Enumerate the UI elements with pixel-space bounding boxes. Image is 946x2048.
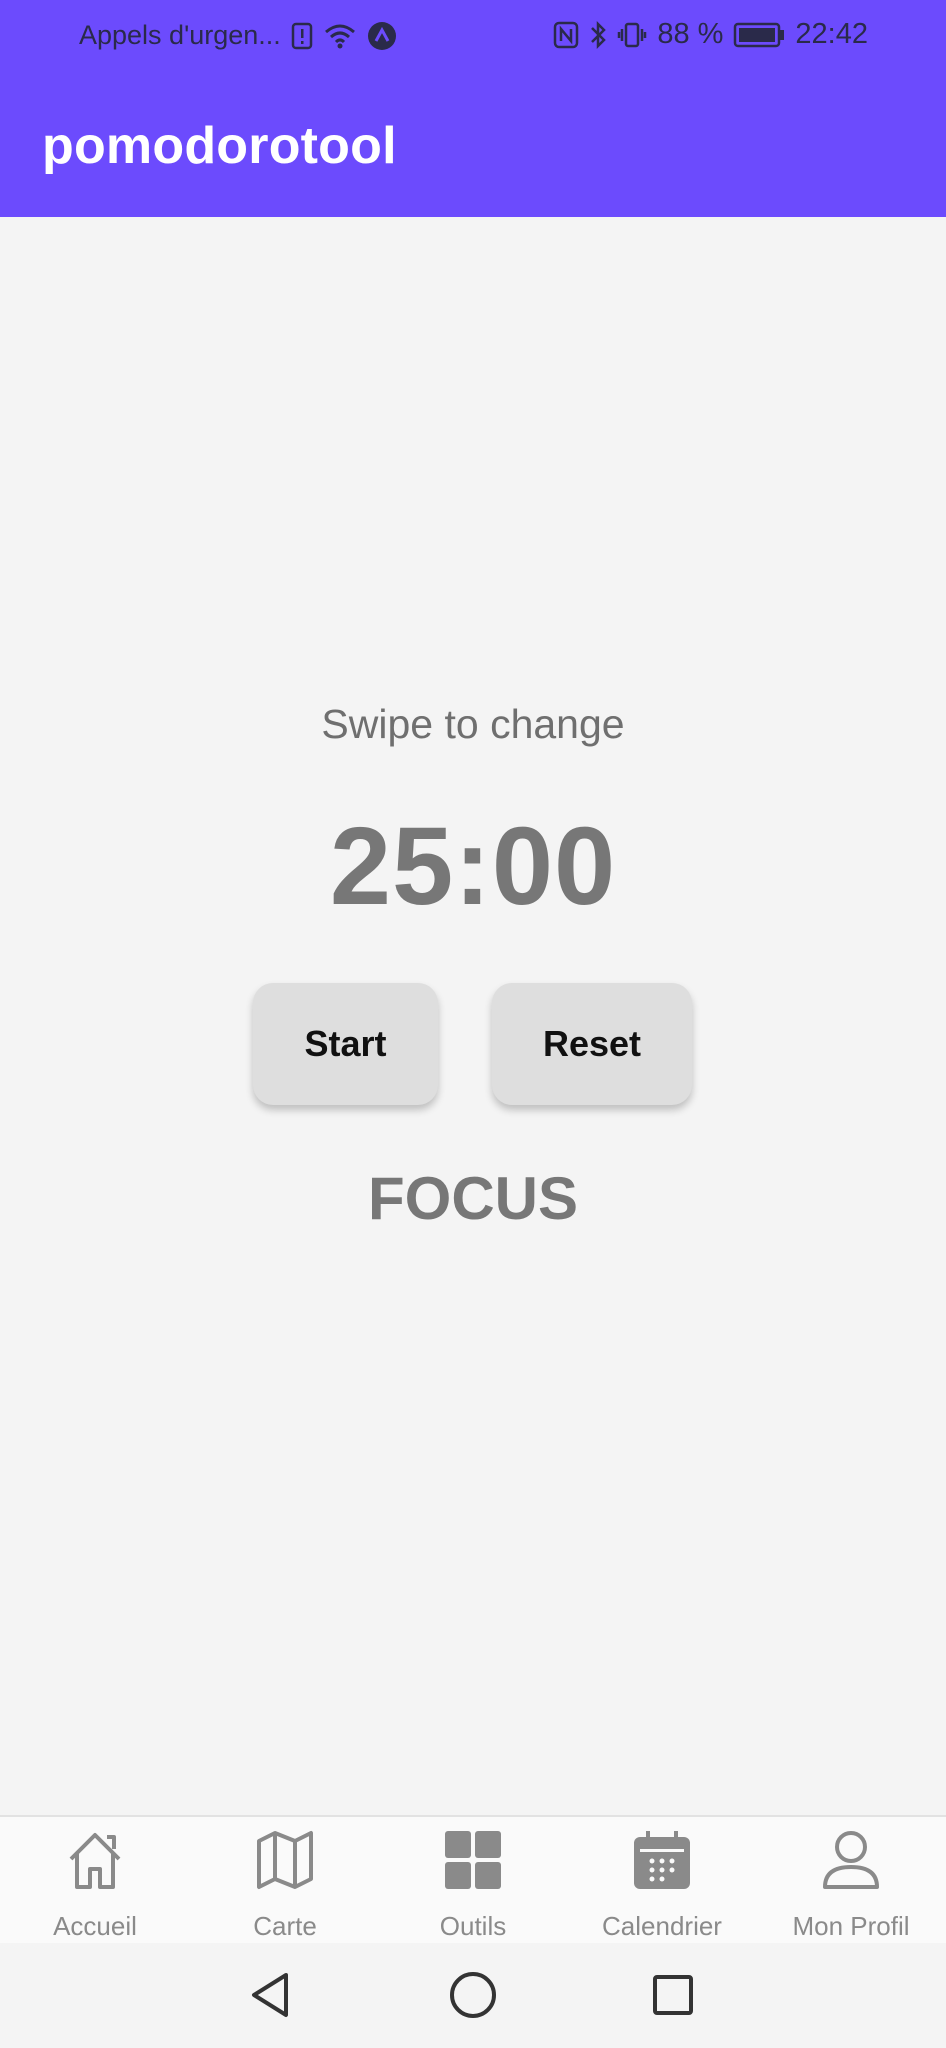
bottom-nav: Accueil Carte Outils Calendrier Mon Prof… <box>0 1815 946 1945</box>
app-notification-icon <box>367 21 397 51</box>
nav-item-outils[interactable]: Outils <box>378 1817 568 1945</box>
nav-item-carte[interactable]: Carte <box>190 1817 380 1945</box>
battery-icon <box>733 22 785 48</box>
status-bar: Appels d'urgen... 88 % 22:42 <box>0 0 946 72</box>
start-button[interactable]: Start <box>253 983 438 1105</box>
system-navigation-bar <box>0 1943 946 2048</box>
grid-icon <box>443 1829 503 1896</box>
swipe-hint: Swipe to change <box>321 701 625 747</box>
battery-percent: 88 % <box>657 18 724 50</box>
sim-alert-icon <box>291 22 313 50</box>
mode-label: FOCUS <box>368 1165 578 1232</box>
nav-label-mon-profil: Mon Profil <box>792 1911 910 1941</box>
timer-display: 25:00 <box>329 805 617 928</box>
wifi-icon <box>323 22 357 50</box>
nav-label-accueil: Accueil <box>53 1911 137 1941</box>
app-title: pomodorotool <box>42 117 397 175</box>
nfc-icon <box>553 21 579 49</box>
reset-button[interactable]: Reset <box>492 983 692 1105</box>
nav-label-carte: Carte <box>253 1911 317 1941</box>
app-header: Appels d'urgen... 88 % 22:42 pomodorotoo… <box>0 0 946 217</box>
nav-label-outils: Outils <box>439 1911 507 1941</box>
vibrate-icon <box>617 21 647 49</box>
nav-item-calendrier[interactable]: Calendrier <box>567 1817 757 1945</box>
nav-item-accueil[interactable]: Accueil <box>0 1817 190 1945</box>
back-icon[interactable] <box>248 1971 292 2024</box>
nav-label-calendrier: Calendrier <box>602 1911 722 1941</box>
clock: 22:42 <box>795 18 868 50</box>
carrier-text: Appels d'urgen... <box>79 20 281 50</box>
nav-item-mon-profil[interactable]: Mon Profil <box>756 1817 946 1945</box>
person-icon <box>821 1829 881 1896</box>
bluetooth-icon <box>589 20 607 50</box>
home-icon <box>65 1829 125 1896</box>
recents-icon[interactable] <box>651 1971 695 2024</box>
home-circle-icon[interactable] <box>449 1971 497 2024</box>
map-icon <box>255 1829 315 1896</box>
calendar-icon <box>632 1829 692 1896</box>
timer-screen[interactable]: Swipe to change 25:00 Start Reset FOCUS <box>0 217 946 1815</box>
